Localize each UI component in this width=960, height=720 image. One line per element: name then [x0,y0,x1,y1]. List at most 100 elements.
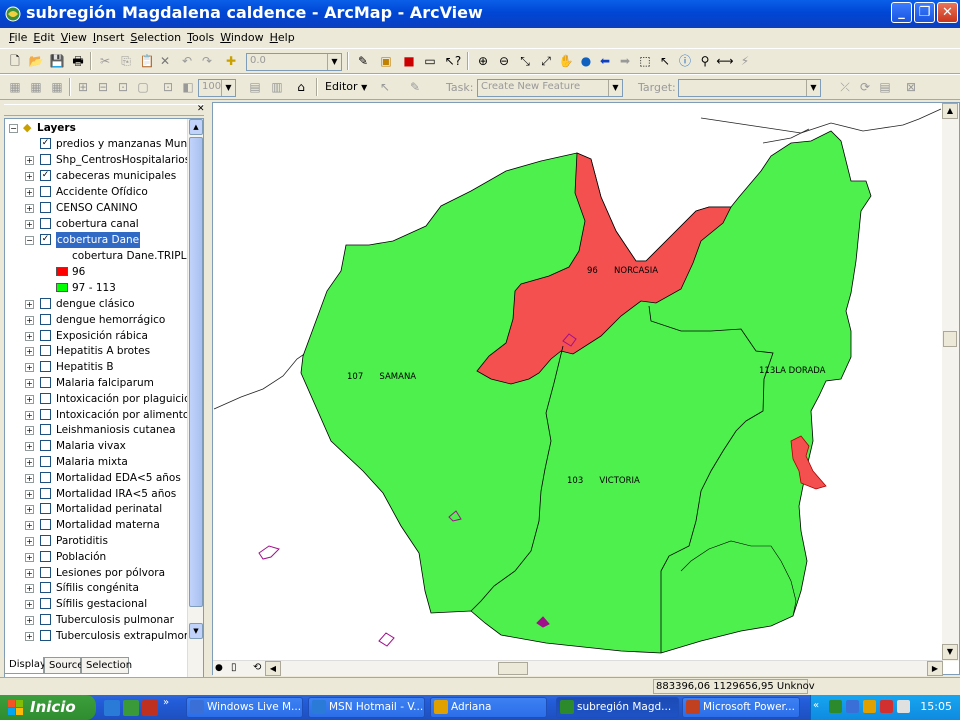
layer-visibility-checkbox[interactable]: ✓ [40,138,51,149]
close-button[interactable]: ✕ [937,2,958,23]
layer-visibility-checkbox[interactable] [40,377,51,388]
expand-icon[interactable]: + [25,505,34,515]
layout-pan-icon[interactable]: ⊡ [114,78,132,96]
zoom-percent-combo[interactable]: 100 ▼ [198,79,236,97]
tab-source[interactable]: Source [44,657,83,674]
expand-icon[interactable]: + [25,204,34,213]
layout-icon-1[interactable]: ▦ [6,78,24,96]
ie-icon[interactable] [104,700,120,716]
select-elements-icon[interactable]: ↖ [656,52,674,70]
layout-zoom-in-icon[interactable]: ⊞ [74,78,92,96]
scroll-right-icon[interactable]: ▶ [927,661,943,676]
layer-item[interactable]: + dengue hemorrágico [5,312,187,328]
layer-item[interactable]: + Accidente Ofídico [5,184,187,200]
security-icon[interactable] [863,700,876,713]
layer-item[interactable]: + Malaria mixta [5,454,187,470]
layer-visibility-checkbox[interactable] [40,424,51,436]
chevron-down-icon[interactable]: ▼ [608,80,622,96]
map-view[interactable]: 96 NORCASIA 107 SAMANA 113LA DORADA 103 … [212,102,960,676]
layer-visibility-checkbox[interactable] [40,440,51,452]
close-icon[interactable]: ✕ [197,104,205,114]
expand-icon[interactable]: + [25,584,34,594]
hyperlink-icon[interactable]: ⚡ [736,52,754,70]
toolbox-red-icon[interactable]: ■ [400,52,418,70]
layer-item[interactable]: + Exposición rábica [5,328,187,344]
layer-item[interactable]: + Intoxicación por alimentos [5,407,195,423]
save-icon[interactable]: 💾 [48,52,66,70]
layer-tree[interactable]: − ◆ Layers ✓ predios y manzanas Municip + Shp_… [4,118,204,720]
layer-item[interactable]: + Tuberculosis extrapulmonar [5,628,201,644]
quicklaunch-app-icon[interactable] [142,700,158,716]
layer-visibility-checkbox[interactable] [40,202,51,213]
print-icon[interactable]: 🖶 [69,52,87,70]
taskbar-button[interactable]: MSN Hotmail - V... [308,697,425,718]
layer-visibility-checkbox[interactable] [40,582,51,594]
menu-help[interactable]: Help [267,29,298,46]
layer-visibility-checkbox[interactable] [40,298,51,309]
maximize-button[interactable]: ❐ [914,2,935,23]
layer-item[interactable]: + Sífilis congénita [5,580,187,596]
toggle-draft-icon[interactable]: ▤ [246,78,264,96]
measure-icon[interactable]: ⟷ [716,52,734,70]
full-extent-globe-icon[interactable]: ● [577,52,595,70]
scroll-thumb[interactable] [189,137,203,607]
layer-visibility-checkbox[interactable] [40,471,51,483]
scroll-down-icon[interactable]: ▼ [942,644,958,660]
fixed-zoom-out-icon[interactable]: ⤢ [537,52,555,70]
layout-icon-2[interactable]: ▦ [27,78,45,96]
attributes-icon[interactable]: ▤ [876,78,894,96]
taskbar-button[interactable]: subregión Magd... [556,697,679,718]
prev-extent-icon[interactable]: ◧ [179,78,197,96]
layer-visibility-checkbox[interactable] [40,392,51,404]
split-tool-icon[interactable]: ⤫ [836,78,854,96]
menu-file[interactable]: File [6,29,30,46]
expand-icon[interactable]: + [25,220,34,229]
menu-insert[interactable]: Insert [90,29,128,46]
rotate-tool-icon[interactable]: ⟳ [856,78,874,96]
layer-visibility-checkbox[interactable] [40,566,51,578]
arctoolbox-icon[interactable]: ▣ [377,52,395,70]
whats-this-icon[interactable]: ↖? [444,52,462,70]
paste-icon[interactable]: 📋 [138,52,156,70]
layer-visibility-checkbox[interactable] [40,487,51,499]
layer-item[interactable]: + Malaria falciparum [5,375,187,391]
find-binoculars-icon[interactable]: ⚲ [696,52,714,70]
open-icon[interactable]: 📂 [27,52,45,70]
chevron-down-icon[interactable]: ▼ [806,80,820,96]
sketch-tool-icon[interactable]: ✎ [406,78,424,96]
expand-icon[interactable]: + [25,600,34,610]
layer-visibility-checkbox[interactable] [40,614,51,625]
layer-item[interactable]: + Sífilis gestacional [5,596,187,612]
taskbar-button[interactable]: Adriana [430,697,547,718]
layer-visibility-checkbox[interactable] [40,345,51,357]
expand-icon[interactable]: + [25,521,34,531]
layer-visibility-checkbox[interactable] [40,329,51,341]
pan-hand-icon[interactable]: ✋ [557,52,575,70]
zoom-100-icon[interactable]: ⊡ [159,78,177,96]
antivirus-icon[interactable] [880,700,893,713]
zoom-in-icon[interactable]: ⊕ [474,52,492,70]
layer-visibility-checkbox[interactable] [40,361,51,373]
toc-scrollbar[interactable]: ▲ ▼ [187,119,203,720]
layers-root[interactable]: − ◆ Layers [5,120,187,136]
msn-icon[interactable] [846,700,859,713]
editor-menu-button[interactable]: Editor ▼ [325,80,367,93]
expand-icon[interactable]: + [25,379,34,388]
scroll-up-icon[interactable]: ▲ [189,119,203,135]
layer-item[interactable]: + Mortalidad EDA<5 años [5,470,187,486]
menu-selection[interactable]: Selection [127,29,184,46]
expand-icon[interactable]: + [25,156,34,165]
scroll-thumb[interactable] [943,331,957,347]
task-combo[interactable]: Create New Feature ▼ [477,79,623,97]
collapse-icon[interactable]: − [25,236,34,245]
new-icon[interactable]: 🗋 [6,52,24,70]
layer-visibility-checkbox[interactable] [40,550,51,562]
layer-visibility-checkbox[interactable] [40,519,51,531]
layer-visibility-checkbox[interactable] [40,313,51,325]
layer-visibility-checkbox[interactable]: ✓ [40,170,51,181]
expand-icon[interactable]: + [25,315,34,325]
layout-zoom-out-icon[interactable]: ⊟ [94,78,112,96]
expand-icon[interactable]: + [25,188,34,197]
expand-icon[interactable]: + [25,489,34,499]
map-canvas[interactable]: 96 NORCASIA 107 SAMANA 113LA DORADA 103 … [213,103,943,660]
